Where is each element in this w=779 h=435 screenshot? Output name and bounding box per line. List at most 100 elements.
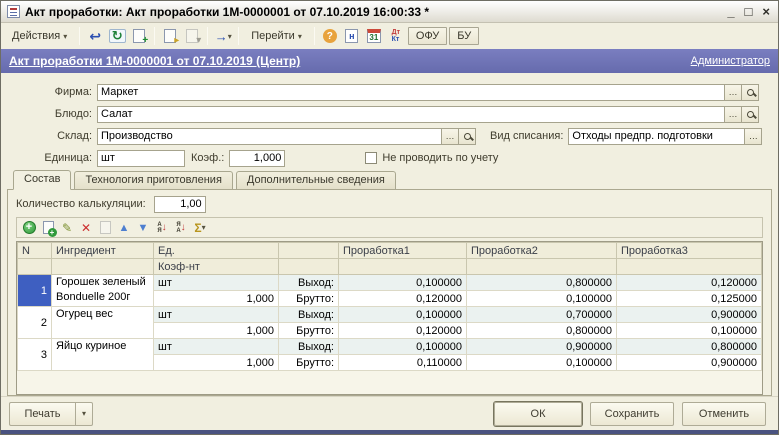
ingredient-cell[interactable]: Горошек зеленый Bonduelle 200г xyxy=(52,275,154,307)
magnifier-icon xyxy=(464,133,471,140)
calendar-icon: 31 xyxy=(367,29,381,43)
reread-button[interactable]: ↻ xyxy=(107,26,127,46)
koef-cell[interactable]: 1,000 xyxy=(154,291,279,307)
firma-label: Фирма: xyxy=(9,86,97,98)
unit-cell[interactable]: шт xyxy=(154,307,279,323)
no-accounting-checkbox[interactable] xyxy=(365,152,377,164)
tab-panel-sostav: Количество калькуляции: + + ✎ ✕ ▲ ▼ АЯ ↓… xyxy=(7,189,772,396)
blyudo-field[interactable] xyxy=(97,106,725,123)
delete-row-button[interactable]: ✕ xyxy=(78,220,94,236)
write-document-button[interactable]: ↩ xyxy=(85,26,105,46)
document-title-link[interactable]: Акт проработки 1М-0000001 от 07.10.2019 … xyxy=(9,54,300,68)
minimize-button[interactable]: _ xyxy=(727,5,734,19)
ofu-toggle-button[interactable]: ОФУ xyxy=(408,27,447,45)
user-link[interactable]: Администратор xyxy=(691,55,770,67)
ingredient-cell[interactable]: Яйцо куриное xyxy=(52,339,154,371)
chevron-down-icon: ▾ xyxy=(82,409,86,418)
copy-row-icon: + xyxy=(43,221,54,234)
unit-cell[interactable]: шт xyxy=(154,339,279,355)
row-number-cell[interactable]: 1 xyxy=(18,275,52,307)
koef-field[interactable] xyxy=(229,150,285,167)
totals-button[interactable]: Σ▾ xyxy=(192,220,208,236)
tab-sostav[interactable]: Состав xyxy=(13,170,71,190)
vid-spisaniya-ellipsis-button[interactable]: … xyxy=(745,128,762,145)
ok-button[interactable]: ОК xyxy=(494,402,582,426)
sort-desc-button[interactable]: ЯА ↓ xyxy=(173,220,189,236)
value-cell[interactable]: 0,100000 xyxy=(339,307,467,323)
bu-toggle-button[interactable]: БУ xyxy=(449,27,479,45)
vyhod-label-cell: Выход: xyxy=(279,275,339,291)
cancel-button[interactable]: Отменить xyxy=(682,402,766,426)
value-cell[interactable]: 0,110000 xyxy=(339,355,467,371)
move-up-button[interactable]: ▲ xyxy=(116,220,132,236)
vid-spisaniya-field[interactable] xyxy=(568,128,745,145)
value-cell[interactable]: 0,800000 xyxy=(617,339,762,355)
move-down-button[interactable]: ▼ xyxy=(135,220,151,236)
print-button[interactable]: Печать xyxy=(9,402,75,426)
help-button[interactable]: ? xyxy=(320,26,340,46)
titlebar: Акт проработки: Акт проработки 1М-000000… xyxy=(1,1,778,23)
firma-ellipsis-button[interactable]: … xyxy=(725,84,742,101)
value-cell[interactable]: 0,120000 xyxy=(339,323,467,339)
add-row-button[interactable]: + xyxy=(21,220,37,236)
chevron-down-icon: ▾ xyxy=(202,223,206,232)
post-document-button[interactable]: ▸ xyxy=(160,26,180,46)
value-cell[interactable]: 0,100000 xyxy=(467,291,617,307)
edit-row-button[interactable]: ✎ xyxy=(59,220,75,236)
sklad-lookup-button[interactable] xyxy=(459,128,476,145)
value-cell[interactable]: 0,800000 xyxy=(467,323,617,339)
value-cell[interactable]: 0,100000 xyxy=(617,323,762,339)
end-edit-button[interactable] xyxy=(97,220,113,236)
end-edit-icon xyxy=(100,221,111,234)
value-cell[interactable]: 0,900000 xyxy=(467,339,617,355)
value-cell[interactable]: 0,120000 xyxy=(339,291,467,307)
edinitsa-field[interactable] xyxy=(97,150,185,167)
value-cell[interactable]: 0,120000 xyxy=(617,275,762,291)
tab-tehnologiya[interactable]: Технология приготовления xyxy=(74,171,232,189)
value-cell[interactable]: 0,700000 xyxy=(467,307,617,323)
col-header-ingredient: Ингредиент xyxy=(52,243,154,259)
window-bottom-edge xyxy=(1,430,778,434)
window-title: Акт проработки: Акт проработки 1М-000000… xyxy=(25,5,722,19)
koef-label: Коэф.: xyxy=(185,152,229,164)
ingredient-cell[interactable]: Огурец вес xyxy=(52,307,154,339)
koef-cell[interactable]: 1,000 xyxy=(154,355,279,371)
copy-document-button[interactable]: + xyxy=(129,26,149,46)
koef-cell[interactable]: 1,000 xyxy=(154,323,279,339)
save-button[interactable]: Сохранить xyxy=(590,402,674,426)
row-number-cell[interactable]: 3 xyxy=(18,339,52,371)
output-button[interactable]: → ▾ xyxy=(213,26,233,46)
dtkt-button[interactable]: Дт Кт xyxy=(386,26,406,46)
firma-lookup-button[interactable] xyxy=(742,84,759,101)
unpost-document-button[interactable]: ▾ xyxy=(182,26,202,46)
value-cell[interactable]: 0,800000 xyxy=(467,275,617,291)
actions-menu-button[interactable]: Действия ▾ xyxy=(5,27,74,45)
value-cell[interactable]: 0,125000 xyxy=(617,291,762,307)
calendar-button[interactable]: 31 xyxy=(364,26,384,46)
qty-field[interactable] xyxy=(154,196,206,213)
row-number-cell[interactable]: 2 xyxy=(18,307,52,339)
blyudo-lookup-button[interactable] xyxy=(742,106,759,123)
unpost-document-icon: ▾ xyxy=(186,29,198,43)
value-cell[interactable]: 0,100000 xyxy=(339,339,467,355)
value-cell[interactable]: 0,900000 xyxy=(617,307,762,323)
footer: Печать ▾ ОК Сохранить Отменить xyxy=(1,396,778,430)
value-cell[interactable]: 0,900000 xyxy=(617,355,762,371)
brutto-label-cell: Брутто: xyxy=(279,291,339,307)
maximize-button[interactable]: □ xyxy=(745,5,753,19)
sklad-ellipsis-button[interactable]: … xyxy=(442,128,459,145)
close-button[interactable]: × xyxy=(762,5,770,19)
goto-menu-button[interactable]: Перейти ▾ xyxy=(244,27,309,45)
unit-cell[interactable]: шт xyxy=(154,275,279,291)
sklad-field[interactable] xyxy=(97,128,442,145)
copy-row-button[interactable]: + xyxy=(40,220,56,236)
document-structure-button[interactable]: н xyxy=(342,26,362,46)
print-menu-button[interactable]: ▾ xyxy=(75,402,93,426)
blyudo-ellipsis-button[interactable]: … xyxy=(725,106,742,123)
value-cell[interactable]: 0,100000 xyxy=(467,355,617,371)
export-icon: → xyxy=(215,29,228,44)
tab-dop-svedeniya[interactable]: Дополнительные сведения xyxy=(236,171,396,189)
value-cell[interactable]: 0,100000 xyxy=(339,275,467,291)
firma-field[interactable] xyxy=(97,84,725,101)
sort-asc-button[interactable]: АЯ ↓ xyxy=(154,220,170,236)
